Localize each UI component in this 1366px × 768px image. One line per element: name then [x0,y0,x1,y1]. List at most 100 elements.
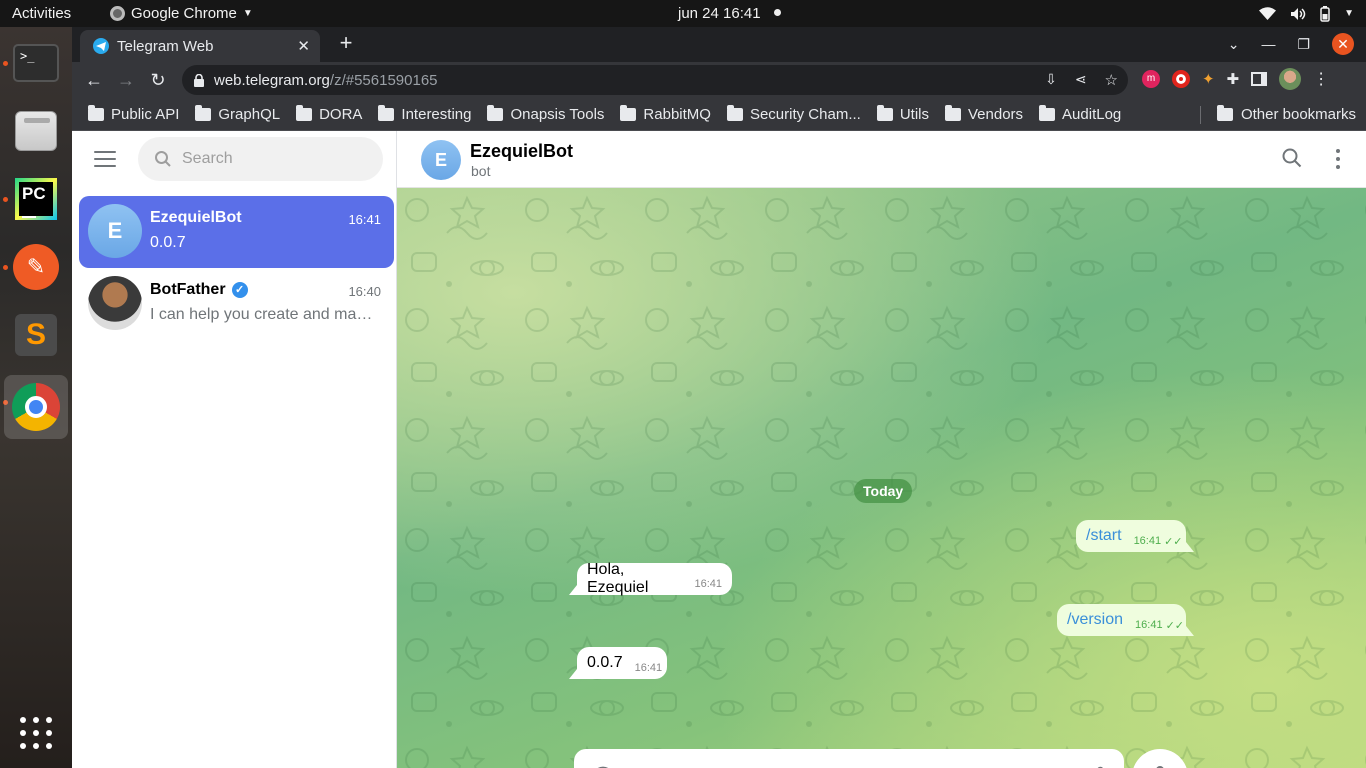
share-icon[interactable]: ⋖ [1075,71,1087,89]
minimize-button[interactable]: — [1261,36,1275,52]
install-app-icon[interactable]: ⇩ [1045,71,1057,89]
header-avatar[interactable]: E [421,140,461,180]
app-menu[interactable]: Google Chrome ▼ [110,0,253,27]
chat-name: EzequielBot [150,209,242,226]
close-window-button[interactable]: ✕ [1332,33,1354,55]
bookmark-folder[interactable]: DORA [296,104,362,123]
side-panel-icon[interactable] [1251,72,1268,86]
tab-telegram-web[interactable]: Telegram Web ✕ [80,30,320,62]
folder-icon [726,104,743,121]
message-text[interactable]: /version [1067,611,1123,629]
battery-icon [1320,5,1330,22]
back-button[interactable]: ← [78,64,110,96]
header-chat-name[interactable]: EzequielBot [470,141,573,162]
message-bubble-in[interactable]: Hola, Ezequiel 16:41 [569,561,732,596]
bookmark-folder[interactable]: Vendors [945,104,1023,123]
bookmark-folder[interactable]: Interesting [378,104,471,123]
bookmark-star-icon[interactable]: ☆ [1105,71,1118,89]
activities-button[interactable]: Activities [12,0,71,27]
bookmark-folder[interactable]: RabbitMQ [620,104,711,123]
search-icon[interactable] [1282,148,1302,168]
omnibox-actions: ⇩ ⋖ ☆ [1045,71,1118,89]
extension-bird-icon[interactable]: ✦ [1202,70,1215,88]
postman-icon[interactable]: ✎ [8,239,64,295]
files-icon[interactable] [8,103,64,159]
gnome-top-bar: Activities Google Chrome ▼ jun 24 16:41 … [0,0,1366,27]
folder-icon [296,104,313,121]
chrome-icon[interactable] [4,375,68,439]
message-bubble-in[interactable]: 0.0.7 16:41 [569,647,667,679]
wifi-icon [1259,6,1277,20]
forward-button[interactable]: → [110,64,142,96]
terminal-icon[interactable]: >_ [8,35,64,91]
bookmark-folder[interactable]: Utils [876,104,929,123]
tab-strip: Telegram Web ✕ + ⌄ — ❐ ✕ [72,27,1366,62]
pycharm-icon[interactable]: PC [8,171,64,227]
message-bubble-out[interactable]: /start 16:41 ✓✓ [1076,520,1194,552]
chat-time: 16:41 [348,212,381,227]
tab-search-icon[interactable]: ⌄ [1228,36,1240,53]
caret-down-icon: ▼ [242,8,253,19]
folder-icon [620,104,637,121]
notification-dot [774,9,781,16]
bookmark-folder[interactable]: Onapsis Tools [487,104,605,123]
message-text: Hola, Ezequiel [587,561,649,596]
extensions-puzzle-icon[interactable]: ✚ [1227,70,1240,88]
show-applications-icon[interactable] [20,717,52,749]
app-menu-label: Google Chrome [131,5,237,22]
volume-icon [1291,7,1306,20]
bookmark-folder[interactable]: GraphQL [195,104,280,123]
chrome-menu-icon[interactable]: ⋮ [1313,69,1329,89]
message-bubble-out[interactable]: /version 16:41 ✓✓ [1057,604,1194,636]
double-check-icon: ✓✓ [1164,535,1183,548]
system-tray[interactable]: ▼ [1259,0,1354,27]
address-bar[interactable]: web.telegram.org/z/#5561590165 ⇩ ⋖ ☆ [182,65,1128,95]
doodle-pattern [397,188,1366,768]
bubble-tail [1186,542,1194,552]
chat-item-botfather[interactable]: BotFather ✓ 16:40 I can help you create a… [79,268,394,340]
chat-item-ezequielbot[interactable]: E EzequielBot 16:41 0.0.7 [79,196,394,268]
search-placeholder: Search [182,150,233,167]
tab-close-icon[interactable]: ✕ [297,37,310,55]
chat-time: 16:40 [348,284,381,299]
bookmark-folder[interactable]: AuditLog [1039,104,1122,123]
bookmark-label: Utils [899,105,929,123]
profile-avatar[interactable] [1279,68,1302,90]
double-check-icon: ✓✓ [1165,619,1184,632]
more-options-icon[interactable] [1336,149,1340,169]
other-bookmarks[interactable]: Other bookmarks [1216,98,1356,130]
bubble-tail [569,585,577,595]
bookmark-folder[interactable]: Public API [88,104,180,123]
folder-icon [876,104,893,121]
url-host: web.telegram.org [214,71,330,89]
search-input[interactable]: Search [138,137,383,181]
extension-m-icon[interactable]: m [1142,70,1160,88]
message-input[interactable] [628,761,1068,768]
message-text: 0.0.7 [587,654,623,671]
chrome-small-icon [110,6,125,21]
lock-icon [194,73,204,87]
verified-badge-icon: ✓ [231,282,248,298]
maximize-button[interactable]: ❐ [1297,36,1310,53]
avatar [88,276,142,330]
message-text[interactable]: /start [1086,527,1122,545]
folder-icon [378,104,395,121]
extensions-area: m ✦ ✚ ⋮ [1142,68,1329,90]
date-separator: Today [854,479,913,503]
sublime-text-icon[interactable]: S [8,307,64,363]
extension-opera-icon[interactable] [1172,70,1190,88]
chat-header[interactable]: E EzequielBot bot [397,131,1366,188]
bookmark-folder[interactable]: Security Cham... [726,104,861,123]
other-bookmarks-label: Other bookmarks [1240,105,1356,123]
bookmark-label: AuditLog [1062,105,1122,123]
chat-preview: I can help you create and manage Telegra… [150,306,378,323]
window-controls: ⌄ — ❐ ✕ [1228,33,1354,55]
hamburger-menu-icon[interactable] [94,151,116,167]
new-tab-button[interactable]: + [334,32,358,56]
caret-down-icon: ▼ [1344,8,1354,19]
bookmark-label: Onapsis Tools [510,105,605,123]
browser-toolbar: ← → ↻ web.telegram.org/z/#5561590165 ⇩ ⋖… [72,62,1366,98]
clock[interactable]: jun 24 16:41 [678,0,761,27]
bookmark-label: Public API [111,105,180,123]
reload-button[interactable]: ↻ [142,64,174,96]
